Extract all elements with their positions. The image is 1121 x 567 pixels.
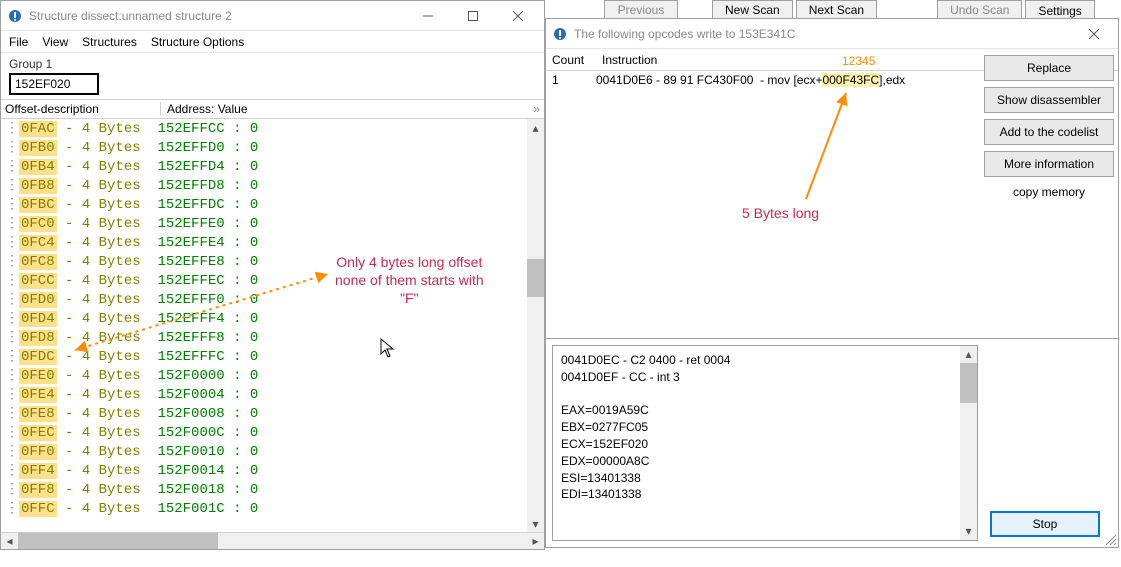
hscroll-thumb[interactable] (18, 533, 218, 549)
scroll-down-icon[interactable]: ▾ (527, 515, 544, 532)
annotation-5bytes: 5 Bytes long (742, 205, 819, 221)
disasm-line: EAX=0019A59C (561, 402, 969, 419)
copy-memory-label[interactable]: copy memory (984, 185, 1114, 199)
structure-row[interactable]: ⋮0FF4 - 4 Bytes 152F0014 : 0 (5, 461, 523, 480)
structure-row[interactable]: ⋮0FD8 - 4 Bytes 152EFFF8 : 0 (5, 328, 523, 347)
tab-settings[interactable]: Settings (1025, 0, 1094, 20)
disasm-line: ECX=152EF020 (561, 436, 969, 453)
disasm-line (561, 386, 969, 403)
resize-grip-icon[interactable] (1104, 533, 1116, 545)
titlebar[interactable]: The following opcodes write to 153E341C (546, 19, 1118, 49)
show-disassembler-button[interactable]: Show disassembler (984, 87, 1114, 113)
structure-row[interactable]: ⋮0FBC - 4 Bytes 152EFFDC : 0 (5, 195, 523, 214)
add-codelist-button[interactable]: Add to the codelist (984, 119, 1114, 145)
minimize-button[interactable] (405, 2, 450, 30)
app-icon (552, 26, 568, 42)
annotation-12345: 12345 (842, 54, 875, 68)
structure-row[interactable]: ⋮0FC0 - 4 Bytes 152EFFE0 : 0 (5, 214, 523, 233)
disasm-line: EDI=13401338 (561, 486, 969, 503)
menu-structures[interactable]: Structures (82, 35, 137, 49)
titlebar[interactable]: Structure dissect:unnamed structure 2 (1, 1, 544, 31)
disasm-line: ESI=13401338 (561, 470, 969, 487)
close-button[interactable] (1074, 20, 1114, 48)
structure-row[interactable]: ⋮0FAC - 4 Bytes 152EFFCC : 0 (5, 119, 523, 138)
menu-view[interactable]: View (42, 35, 68, 49)
replace-button[interactable]: Replace (984, 55, 1114, 81)
tab-previous[interactable]: Previous (604, 0, 678, 20)
close-button[interactable] (495, 2, 540, 30)
opcode-writer-window: The following opcodes write to 153E341C … (545, 18, 1119, 548)
disasm-line: EDX=00000A8C (561, 453, 969, 470)
window-title: The following opcodes write to 153E341C (574, 27, 1074, 41)
app-icon (7, 8, 23, 24)
structure-row[interactable]: ⋮0FF8 - 4 Bytes 152F0018 : 0 (5, 480, 523, 499)
disasm-line: EBX=0277FC05 (561, 419, 969, 436)
structure-row[interactable]: ⋮0FB0 - 4 Bytes 152EFFD0 : 0 (5, 138, 523, 157)
scroll-thumb[interactable] (960, 363, 977, 403)
vertical-scrollbar[interactable]: ▴ ▾ (527, 119, 544, 532)
horizontal-scrollbar[interactable]: ◂ ▸ (1, 532, 544, 549)
structure-row[interactable]: ⋮0FFC - 4 Bytes 152F001C : 0 (5, 499, 523, 518)
structure-row[interactable]: ⋮0FB8 - 4 Bytes 152EFFD8 : 0 (5, 176, 523, 195)
scroll-up-icon[interactable]: ▴ (960, 346, 977, 363)
group-label: Group 1 (1, 53, 544, 73)
disasm-line: 0041D0EC - C2 0400 - ret 0004 (561, 352, 969, 369)
columns-header: Offset-description Address: Value» (1, 99, 544, 119)
structure-row[interactable]: ⋮0FEC - 4 Bytes 152F000C : 0 (5, 423, 523, 442)
right-button-panel: Replace Show disassembler Add to the cod… (984, 55, 1114, 199)
scroll-right-icon[interactable]: ▸ (527, 533, 544, 549)
structure-list[interactable]: ⋮0FAC - 4 Bytes 152EFFCC : 0⋮0FB0 - 4 By… (1, 119, 527, 532)
menu-file[interactable]: File (9, 35, 28, 49)
base-address-input[interactable] (9, 73, 99, 95)
tab-next-scan[interactable]: Next Scan (796, 0, 877, 20)
tab-undo-scan[interactable]: Undo Scan (937, 0, 1022, 20)
annotation-4bytes: Only 4 bytes long offset none of them st… (335, 253, 484, 308)
menu-structure-options[interactable]: Structure Options (151, 35, 244, 49)
tab-new-scan[interactable]: New Scan (712, 0, 793, 20)
more-info-button[interactable]: More information (984, 151, 1114, 177)
col-offset-label[interactable]: Offset-description (1, 102, 161, 116)
offset-highlight: 000F43FC (822, 73, 879, 87)
structure-row[interactable]: ⋮0FE4 - 4 Bytes 152F0004 : 0 (5, 385, 523, 404)
expander-icon[interactable]: » (533, 102, 540, 116)
col-address-label[interactable]: Address: Value» (161, 102, 544, 116)
scroll-left-icon[interactable]: ◂ (1, 533, 18, 549)
structure-row[interactable]: ⋮0FE0 - 4 Bytes 152F0000 : 0 (5, 366, 523, 385)
structure-row[interactable]: ⋮0FD4 - 4 Bytes 152EFFF4 : 0 (5, 309, 523, 328)
structure-row[interactable]: ⋮0FF0 - 4 Bytes 152F0010 : 0 (5, 442, 523, 461)
scroll-thumb[interactable] (527, 259, 544, 297)
col-count[interactable]: Count (546, 53, 596, 67)
maximize-button[interactable] (450, 2, 495, 30)
structure-row[interactable]: ⋮0FC4 - 4 Bytes 152EFFE4 : 0 (5, 233, 523, 252)
disasm-line: 0041D0EF - CC - int 3 (561, 369, 969, 386)
disassembly-panel[interactable]: 0041D0EC - C2 0400 - ret 00040041D0EF - … (552, 345, 978, 541)
window-title: Structure dissect:unnamed structure 2 (29, 9, 405, 23)
stop-button[interactable]: Stop (990, 511, 1100, 537)
structure-row[interactable]: ⋮0FB4 - 4 Bytes 152EFFD4 : 0 (5, 157, 523, 176)
menubar: File View Structures Structure Options (1, 31, 544, 53)
scroll-up-icon[interactable]: ▴ (527, 119, 544, 136)
vertical-scrollbar[interactable]: ▴ ▾ (960, 346, 977, 540)
structure-row[interactable]: ⋮0FDC - 4 Bytes 152EFFFC : 0 (5, 347, 523, 366)
structure-row[interactable]: ⋮0FE8 - 4 Bytes 152F0008 : 0 (5, 404, 523, 423)
scroll-down-icon[interactable]: ▾ (960, 523, 977, 540)
